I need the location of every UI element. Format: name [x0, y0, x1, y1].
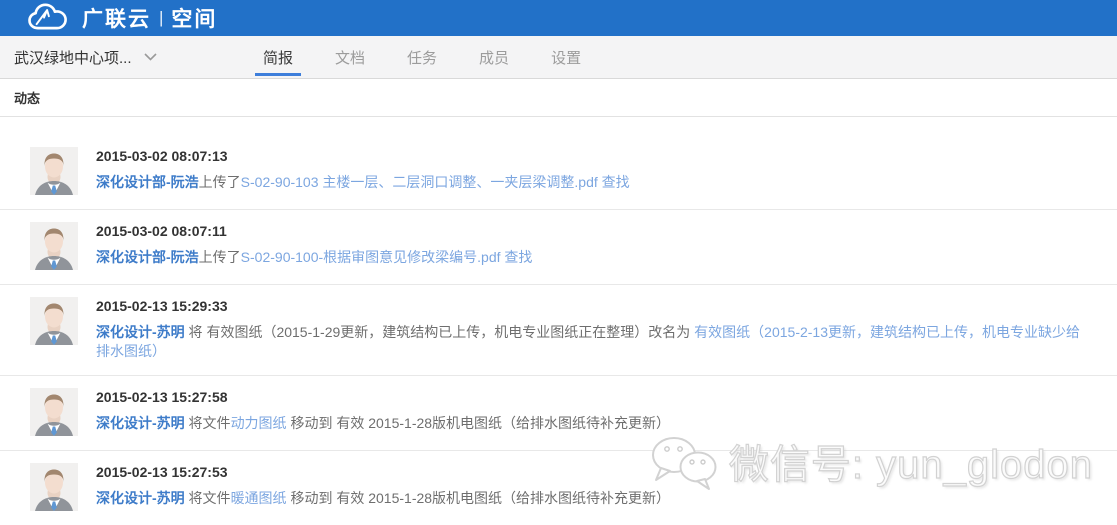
file-link[interactable]: S-02-90-100-根据审图意见修改梁编号.pdf: [241, 249, 501, 265]
tab-label: 成员: [479, 47, 509, 68]
tab-label: 设置: [551, 47, 581, 68]
feed-item: 2015-02-13 15:29:33 深化设计-苏明 将 有效图纸（2015-…: [0, 284, 1117, 375]
tab-documents[interactable]: 文档: [327, 36, 373, 78]
brand-divider: |: [159, 8, 163, 28]
file-link[interactable]: 暖通图纸: [231, 490, 287, 506]
cloud-logo-icon: [26, 3, 70, 33]
tabs: 简报 文档 任务 成员 设置: [255, 36, 615, 78]
activity-line: 深化设计-苏明 将 有效图纸（2015-1-29更新，建筑结构已上传，机电专业图…: [96, 323, 1087, 361]
feed-item: 2015-02-13 15:27:58 深化设计-苏明 将文件动力图纸 移动到 …: [0, 375, 1117, 450]
section-title: 动态: [14, 88, 40, 107]
find-link[interactable]: 查找: [602, 174, 630, 190]
brand-name: 广联云: [82, 3, 151, 33]
app-header: 广联云 | 空间: [0, 0, 1117, 36]
tab-tasks[interactable]: 任务: [399, 36, 445, 78]
feed-item: 2015-03-02 08:07:11 深化设计部-阮浩上传了S-02-90-1…: [0, 209, 1117, 284]
activity-line: 深化设计部-阮浩上传了S-02-90-103 主楼一层、二层洞口调整、一夹层梁调…: [96, 173, 630, 192]
feed-body: 2015-03-02 08:07:11 深化设计部-阮浩上传了S-02-90-1…: [96, 222, 532, 270]
feed-body: 2015-02-13 15:27:58 深化设计-苏明 将文件动力图纸 移动到 …: [96, 388, 670, 436]
feed-body: 2015-02-13 15:29:33 深化设计-苏明 将 有效图纸（2015-…: [96, 297, 1087, 361]
activity-text: 上传了: [199, 174, 241, 190]
user-link[interactable]: 深化设计-苏明: [96, 415, 185, 431]
avatar: [30, 388, 78, 436]
activity-text: 上传了: [199, 249, 241, 265]
find-link[interactable]: 查找: [504, 249, 532, 265]
avatar: [30, 297, 78, 345]
activity-line: 深化设计-苏明 将文件动力图纸 移动到 有效 2015-1-28版机电图纸（给排…: [96, 414, 670, 433]
feed-item: 2015-02-13 15:27:53 深化设计-苏明 将文件暖通图纸 移动到 …: [0, 450, 1117, 525]
project-selector[interactable]: 武汉绿地中心项...: [14, 36, 242, 78]
chevron-down-icon: [144, 53, 157, 61]
timestamp: 2015-02-13 15:29:33: [96, 298, 1087, 314]
avatar: [30, 147, 78, 195]
timestamp: 2015-03-02 08:07:13: [96, 148, 630, 164]
feed-item: 2015-03-02 08:07:13 深化设计部-阮浩上传了S-02-90-1…: [0, 135, 1117, 209]
tab-settings[interactable]: 设置: [543, 36, 589, 78]
project-selector-label: 武汉绿地中心项...: [14, 47, 132, 68]
timestamp: 2015-03-02 08:07:11: [96, 223, 532, 239]
section-bar: 动态: [0, 79, 1117, 117]
avatar: [30, 463, 78, 511]
user-link[interactable]: 深化设计部-阮浩: [96, 174, 199, 190]
product-name: 空间: [171, 3, 217, 33]
user-link[interactable]: 深化设计-苏明: [96, 490, 185, 506]
tab-briefing[interactable]: 简报: [255, 36, 301, 78]
tab-members[interactable]: 成员: [471, 36, 517, 78]
activity-line: 深化设计部-阮浩上传了S-02-90-100-根据审图意见修改梁编号.pdf 查…: [96, 248, 532, 267]
feed-body: 2015-03-02 08:07:13 深化设计部-阮浩上传了S-02-90-1…: [96, 147, 630, 195]
timestamp: 2015-02-13 15:27:53: [96, 464, 670, 480]
tab-active-underline: [255, 73, 301, 76]
tab-label: 简报: [263, 47, 293, 68]
feed-list: 2015-03-02 08:07:13 深化设计部-阮浩上传了S-02-90-1…: [0, 117, 1117, 525]
tab-label: 文档: [335, 47, 365, 68]
avatar: [30, 222, 78, 270]
feed-body: 2015-02-13 15:27:53 深化设计-苏明 将文件暖通图纸 移动到 …: [96, 463, 670, 511]
user-link[interactable]: 深化设计-苏明: [96, 324, 185, 340]
file-link[interactable]: S-02-90-103 主楼一层、二层洞口调整、一夹层梁调整.pdf: [241, 174, 598, 190]
activity-text: 将 有效图纸（2015-1-29更新，建筑结构已上传，机电专业图纸正在整理）改名…: [185, 324, 695, 340]
file-link[interactable]: 动力图纸: [231, 415, 287, 431]
activity-text: 将文件: [185, 490, 231, 506]
tab-label: 任务: [407, 47, 437, 68]
activity-text: 移动到 有效 2015-1-28版机电图纸（给排水图纸待补充更新）: [287, 490, 671, 506]
user-link[interactable]: 深化设计部-阮浩: [96, 249, 199, 265]
nav-bar: 武汉绿地中心项... 简报 文档 任务 成员 设置: [0, 36, 1117, 79]
timestamp: 2015-02-13 15:27:58: [96, 389, 670, 405]
activity-text: 将文件: [185, 415, 231, 431]
activity-text: 移动到 有效 2015-1-28版机电图纸（给排水图纸待补充更新）: [287, 415, 671, 431]
